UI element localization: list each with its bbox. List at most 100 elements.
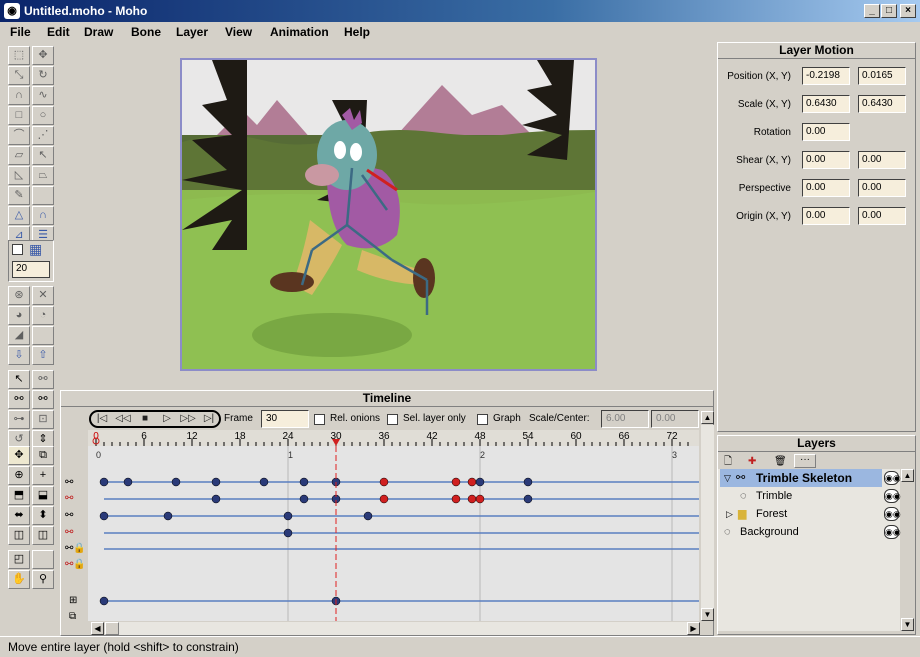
shear-x-field[interactable]: 0.00 bbox=[802, 151, 850, 169]
fill-checkbox[interactable] bbox=[12, 244, 23, 255]
translate-points-icon[interactable]: ✥ bbox=[32, 46, 54, 65]
position-y-field[interactable]: 0.0165 bbox=[858, 67, 906, 85]
timeline-ruler[interactable]: 0 6 12 18 24 30 36 42 48 54 60 66 72 bbox=[88, 430, 699, 446]
menu-help[interactable]: Help bbox=[344, 25, 370, 39]
visibility-eye-icon[interactable]: ◉◉ bbox=[884, 489, 901, 503]
arc-icon[interactable]: ⌒ bbox=[8, 126, 30, 145]
lower-icon[interactable]: ⇩ bbox=[8, 346, 30, 365]
scroll-down-icon[interactable]: ▼ bbox=[701, 608, 714, 621]
pen-icon[interactable]: ✎ bbox=[8, 186, 30, 205]
layer-row-trimble[interactable]: ◌ Trimble bbox=[720, 487, 884, 505]
delete-edge-icon[interactable]: ✕ bbox=[32, 286, 54, 305]
layer-row-forest[interactable]: ▷ ▆ Forest bbox=[720, 505, 884, 523]
scroll-thumb[interactable] bbox=[105, 622, 119, 635]
trapezoid-icon[interactable]: ⏢ bbox=[32, 166, 54, 185]
zoom-icon[interactable]: ⚲ bbox=[32, 570, 54, 589]
camera-roll-icon[interactable]: ◰ bbox=[8, 550, 30, 569]
blank-tool-2-icon[interactable] bbox=[32, 326, 54, 345]
duplicate-layer-icon[interactable]: ✚ bbox=[748, 455, 762, 468]
menu-draw[interactable]: Draw bbox=[84, 25, 113, 39]
blank-tool-icon[interactable] bbox=[32, 186, 54, 205]
hand-icon[interactable]: ✋ bbox=[8, 570, 30, 589]
origin-x-field[interactable]: 0.00 bbox=[802, 207, 850, 225]
layer-row-background[interactable]: ◌ Background bbox=[720, 523, 884, 541]
paint-bucket-icon[interactable]: ◕ bbox=[8, 306, 30, 325]
scroll-right-icon[interactable]: ▶ bbox=[687, 622, 700, 635]
select-shape-icon[interactable]: ↖ bbox=[32, 146, 54, 165]
scatter-icon[interactable]: ⋰ bbox=[32, 126, 54, 145]
visibility-eye-icon[interactable]: ◉◉ bbox=[884, 471, 901, 485]
origin-y-field[interactable]: 0.00 bbox=[858, 207, 906, 225]
camera-track-icon[interactable]: ◫ bbox=[8, 526, 30, 545]
layers-scroll-up-icon[interactable]: ▲ bbox=[901, 469, 914, 482]
menu-edit[interactable]: Edit bbox=[47, 25, 70, 39]
camera-zoom-icon[interactable]: ◫ bbox=[32, 526, 54, 545]
scale-field[interactable]: 6.00 bbox=[601, 410, 649, 428]
menu-layer[interactable]: Layer bbox=[176, 25, 208, 39]
perspective-x-field[interactable]: 0.00 bbox=[802, 179, 850, 197]
draw-rect-icon[interactable]: □ bbox=[8, 106, 30, 125]
bone-icon[interactable]: ⚯ bbox=[32, 370, 54, 389]
offset-bone-icon[interactable]: ⊡ bbox=[32, 410, 54, 429]
close-button[interactable]: × bbox=[900, 4, 916, 18]
rewind-icon[interactable]: |◁ bbox=[92, 412, 112, 426]
scroll-left-icon[interactable]: ◀ bbox=[91, 622, 104, 635]
play-icon[interactable]: ▷ bbox=[157, 412, 177, 426]
horizontal-scrollbar[interactable] bbox=[105, 622, 687, 635]
bone-strength-icon[interactable]: ⊶ bbox=[8, 410, 30, 429]
timeline-tracks[interactable]: 0 1 2 3 bbox=[88, 446, 699, 621]
line-width-icon[interactable]: ◢ bbox=[8, 326, 30, 345]
vertical-scrollbar[interactable] bbox=[701, 425, 714, 608]
stop-icon[interactable]: ■ bbox=[135, 412, 155, 426]
reparent-bone-icon[interactable]: ⚯ bbox=[32, 390, 54, 409]
scale-layer-icon[interactable]: ⧉ bbox=[32, 446, 54, 465]
select-bone-icon[interactable]: ↖ bbox=[8, 370, 30, 389]
menu-file[interactable]: File bbox=[10, 25, 31, 39]
layers-scroll-down-icon[interactable]: ▼ bbox=[901, 618, 914, 631]
menu-view[interactable]: View bbox=[225, 25, 252, 39]
scale-y-field[interactable]: 0.6430 bbox=[858, 95, 906, 113]
layer-options-button[interactable]: ··· bbox=[794, 454, 816, 468]
rotation-field[interactable]: 0.00 bbox=[802, 123, 850, 141]
triangle-icon[interactable]: △ bbox=[8, 206, 30, 225]
hide-edge-icon[interactable]: ◔ bbox=[32, 306, 54, 325]
position-x-field[interactable]: -0.2198 bbox=[802, 67, 850, 85]
center-field[interactable]: 0.00 bbox=[651, 410, 699, 428]
fill-select-icon[interactable]: ⊛ bbox=[8, 286, 30, 305]
menu-bone[interactable]: Bone bbox=[131, 25, 161, 39]
new-layer-icon[interactable]: 🗋 bbox=[724, 455, 738, 468]
bell-curve-icon[interactable]: ∩ bbox=[32, 206, 54, 225]
collapse-triangle-icon[interactable]: ▷ bbox=[726, 505, 733, 523]
rel-onions-checkbox[interactable] bbox=[314, 414, 325, 425]
rotate-points-icon[interactable]: ↻ bbox=[32, 66, 54, 85]
fast-forward-icon[interactable]: ▷| bbox=[199, 412, 219, 426]
maximize-button[interactable]: □ bbox=[881, 4, 897, 18]
line-width-field[interactable]: 20 bbox=[12, 261, 50, 278]
curvature-icon[interactable]: ∿ bbox=[32, 86, 54, 105]
visibility-eye-icon[interactable]: ◉◉ bbox=[884, 507, 901, 521]
scale-points-icon[interactable]: ⤡ bbox=[8, 66, 30, 85]
flip-vertical-icon[interactable]: ⬍ bbox=[32, 506, 54, 525]
add-point-icon[interactable]: ∩ bbox=[8, 86, 30, 105]
fill-icon[interactable]: ▱ bbox=[8, 146, 30, 165]
raise-icon[interactable]: ⇧ bbox=[32, 346, 54, 365]
draw-oval-icon[interactable]: ○ bbox=[32, 106, 54, 125]
shear-layer-icon[interactable]: ⬓ bbox=[32, 486, 54, 505]
minimize-button[interactable]: _ bbox=[864, 4, 880, 18]
grid-icon[interactable]: ▦ bbox=[29, 242, 47, 258]
expand-triangle-icon[interactable]: ▽ bbox=[724, 469, 731, 487]
scale-x-field[interactable]: 0.6430 bbox=[802, 95, 850, 113]
step-back-icon[interactable]: ◁◁ bbox=[113, 412, 133, 426]
step-forward-icon[interactable]: ▷▷ bbox=[178, 412, 198, 426]
perspective-icon[interactable]: ◺ bbox=[8, 166, 30, 185]
set-origin-icon[interactable]: + bbox=[32, 466, 54, 485]
sel-layer-only-checkbox[interactable] bbox=[387, 414, 398, 425]
add-bone-icon[interactable]: ⚯ bbox=[8, 390, 30, 409]
select-points-icon[interactable]: ⬚ bbox=[8, 46, 30, 65]
blank-tool-3-icon[interactable] bbox=[32, 550, 54, 569]
perspective-y-field[interactable]: 0.00 bbox=[858, 179, 906, 197]
frame-field[interactable]: 30 bbox=[261, 410, 309, 428]
layer-row-trimble-skeleton[interactable]: ▽ ⚯ Trimble Skeleton bbox=[720, 469, 882, 487]
menu-animation[interactable]: Animation bbox=[270, 25, 329, 39]
graph-checkbox[interactable] bbox=[477, 414, 488, 425]
